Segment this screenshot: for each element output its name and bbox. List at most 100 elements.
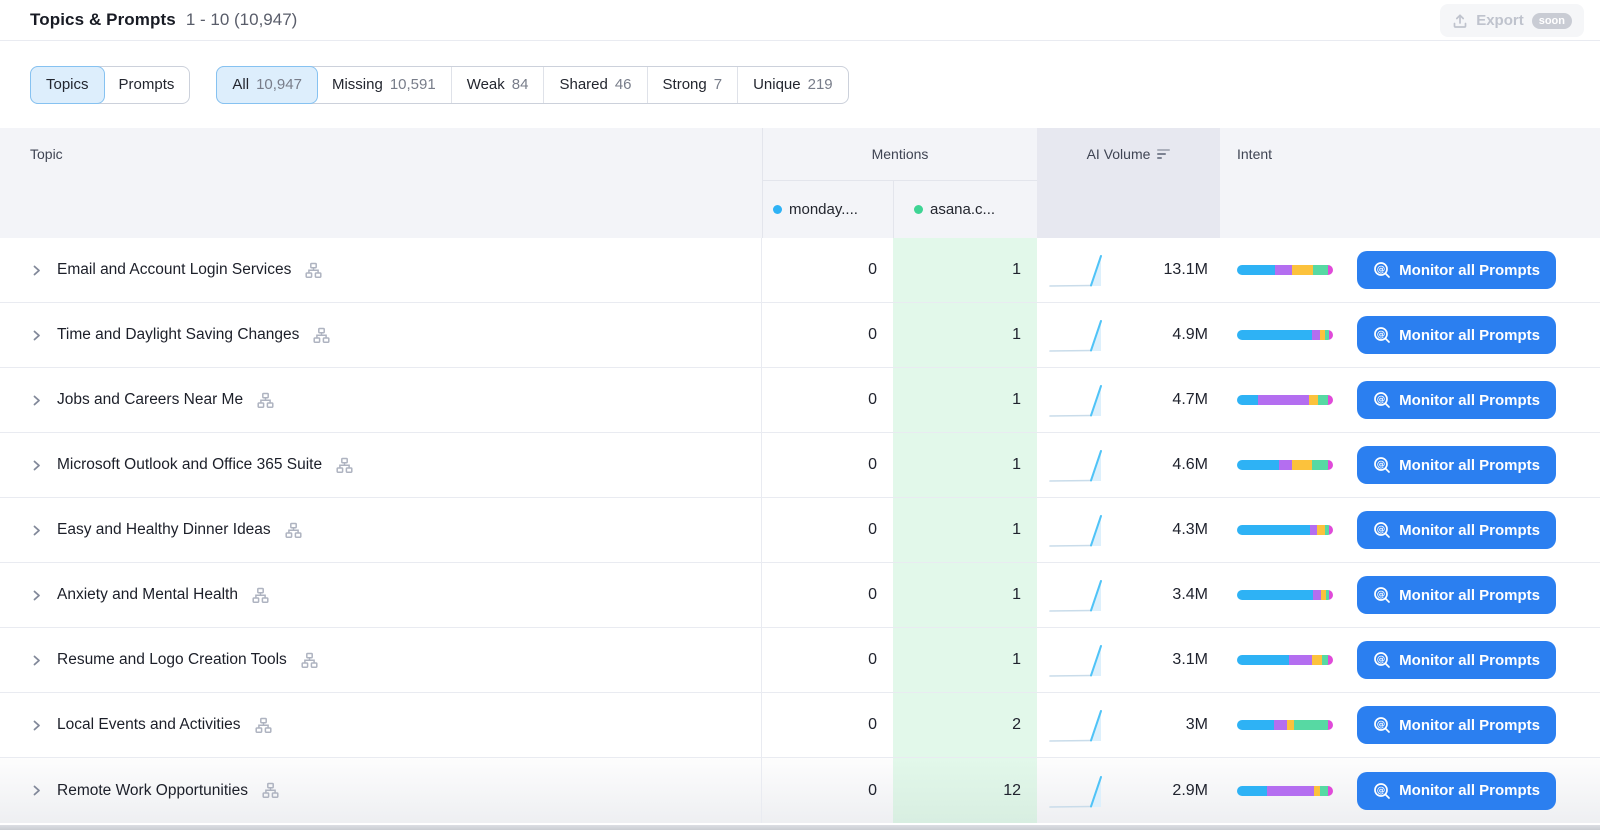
column-header-topic[interactable]: Topic [0, 128, 762, 180]
intent-segment [1329, 590, 1333, 600]
topic-cell[interactable]: Jobs and Careers Near Me [0, 368, 762, 432]
intent-cell: @ Monitor all Prompts [1220, 563, 1600, 627]
intent-segment [1237, 655, 1289, 665]
filter-tab-all[interactable]: All 10,947 [216, 65, 318, 104]
expand-chevron-icon[interactable] [30, 264, 43, 277]
column-header-mentions[interactable]: Mentions [762, 128, 1037, 180]
filter-tab-count: 46 [614, 76, 632, 93]
intent-segment [1291, 460, 1312, 470]
monitor-all-prompts-button[interactable]: @ Monitor all Prompts [1357, 641, 1556, 679]
monitor-button-label: Monitor all Prompts [1399, 782, 1540, 799]
filter-tab-missing[interactable]: Missing 10,591 [317, 67, 451, 103]
column-header-intent[interactable]: Intent [1220, 128, 1600, 180]
trend-sparkline [1047, 574, 1109, 616]
topic-cell[interactable]: Resume and Logo Creation Tools [0, 628, 762, 692]
filter-tab-prompts[interactable]: Prompts [104, 67, 190, 103]
topic-cell[interactable]: Email and Account Login Services [0, 238, 762, 302]
monitor-all-prompts-button[interactable]: @ Monitor all Prompts [1357, 511, 1556, 549]
filter-tab-strong[interactable]: Strong 7 [646, 66, 738, 103]
topics-prompts-page: Topics & Prompts 1 - 10 (10,947) Export … [0, 0, 1600, 830]
topic-name[interactable]: Time and Daylight Saving Changes [57, 326, 299, 344]
topic-cell[interactable]: Time and Daylight Saving Changes [0, 303, 762, 367]
intent-bar [1237, 720, 1333, 730]
sitemap-icon [301, 652, 318, 669]
monitor-search-icon: @ [1373, 261, 1391, 279]
expand-chevron-icon[interactable] [30, 459, 43, 472]
expand-chevron-icon[interactable] [30, 654, 43, 667]
topic-name[interactable]: Resume and Logo Creation Tools [57, 651, 287, 669]
expand-chevron-icon[interactable] [30, 329, 43, 342]
monitor-all-prompts-button[interactable]: @ Monitor all Prompts [1357, 576, 1556, 614]
soon-badge: soon [1531, 12, 1572, 29]
trend-sparkline [1047, 704, 1109, 746]
mentions-monday-cell: 0 [868, 651, 877, 668]
monitor-all-prompts-button[interactable]: @ Monitor all Prompts [1357, 381, 1556, 419]
expand-chevron-icon[interactable] [30, 784, 43, 797]
topic-name[interactable]: Microsoft Outlook and Office 365 Suite [57, 456, 322, 474]
sort-descending-icon [1157, 149, 1171, 159]
export-label: Export [1476, 12, 1524, 29]
sitemap-icon [262, 782, 279, 799]
filter-tab-count: 7 [713, 76, 723, 93]
topic-name[interactable]: Local Events and Activities [57, 716, 241, 734]
mentions-monday-cell: 0 [868, 391, 877, 408]
table-row: Email and Account Login Services 0 1 13.… [0, 238, 1600, 303]
expand-chevron-icon[interactable] [30, 524, 43, 537]
mentions-asana-cell: 1 [893, 563, 1037, 627]
intent-cell: @ Monitor all Prompts [1220, 628, 1600, 692]
monitor-all-prompts-button[interactable]: @ Monitor all Prompts [1357, 316, 1556, 354]
intent-bar [1237, 590, 1333, 600]
results-range: 1 - 10 (10,947) [185, 10, 298, 29]
trend-sparkline [1047, 509, 1109, 551]
topic-cell[interactable]: Remote Work Opportunities [0, 758, 762, 823]
trend-sparkline [1047, 249, 1109, 291]
filter-tab-weak[interactable]: Weak 84 [450, 66, 544, 103]
intent-segment [1237, 525, 1310, 535]
table-row: Time and Daylight Saving Changes 0 1 4.9… [0, 303, 1600, 368]
ai-volume-cell: 13.1M [1037, 238, 1220, 302]
filter-tab-shared[interactable]: Shared 46 [543, 66, 646, 103]
monitor-all-prompts-button[interactable]: @ Monitor all Prompts [1357, 771, 1556, 810]
expand-chevron-icon[interactable] [30, 589, 43, 602]
topic-name[interactable]: Jobs and Careers Near Me [57, 391, 243, 409]
monitor-all-prompts-button[interactable]: @ Monitor all Prompts [1357, 446, 1556, 484]
topic-cell[interactable]: Easy and Healthy Dinner Ideas [0, 498, 762, 562]
export-button[interactable]: Export soon [1440, 4, 1584, 37]
intent-segment [1329, 330, 1333, 340]
svg-text:@: @ [1377, 720, 1386, 730]
intent-bar [1237, 525, 1333, 535]
column-header-ai-volume[interactable]: AI Volume [1037, 128, 1220, 180]
topic-name[interactable]: Email and Account Login Services [57, 261, 291, 279]
expand-chevron-icon[interactable] [30, 394, 43, 407]
trend-sparkline [1047, 379, 1109, 421]
expand-chevron-icon[interactable] [30, 719, 43, 732]
monitor-button-label: Monitor all Prompts [1399, 521, 1540, 539]
trend-sparkline [1047, 444, 1109, 486]
ai-volume-cell: 4.7M [1037, 368, 1220, 432]
mentions-monday-cell: 0 [868, 716, 877, 733]
filter-tab-count: 219 [807, 76, 833, 93]
monitor-all-prompts-button[interactable]: @ Monitor all Prompts [1357, 251, 1556, 289]
topic-cell[interactable]: Anxiety and Mental Health [0, 563, 762, 627]
monitor-search-icon: @ [1373, 651, 1391, 669]
intent-segment [1237, 590, 1313, 600]
sitemap-icon [285, 522, 302, 539]
header-spacer-ai-volume [1037, 180, 1220, 238]
competitor-header-asana[interactable]: asana.c... [893, 180, 1037, 238]
filter-tab-label: Missing [331, 76, 383, 93]
topic-cell[interactable]: Local Events and Activities [0, 693, 762, 757]
mentions-asana-cell: 1 [893, 498, 1037, 562]
intent-cell: @ Monitor all Prompts [1220, 238, 1600, 302]
filter-tab-label: Unique [753, 76, 801, 93]
competitor-header-monday[interactable]: monday.... [762, 180, 893, 238]
status-filter-group: All 10,947 Missing 10,591 Weak 84 Shared 46 Stro… [216, 65, 849, 104]
filter-tab-topics[interactable]: Topics [30, 65, 105, 104]
filter-tab-unique[interactable]: Unique 219 [737, 66, 848, 103]
ai-volume-cell: 3.4M [1037, 563, 1220, 627]
filter-tab-label: Shared [559, 76, 608, 93]
topic-cell[interactable]: Microsoft Outlook and Office 365 Suite [0, 433, 762, 497]
monitor-all-prompts-button[interactable]: @ Monitor all Prompts [1357, 706, 1556, 744]
topic-name[interactable]: Remote Work Opportunities [57, 782, 248, 800]
topic-name[interactable]: Anxiety and Mental Health [57, 586, 238, 604]
topic-name[interactable]: Easy and Healthy Dinner Ideas [57, 521, 271, 539]
